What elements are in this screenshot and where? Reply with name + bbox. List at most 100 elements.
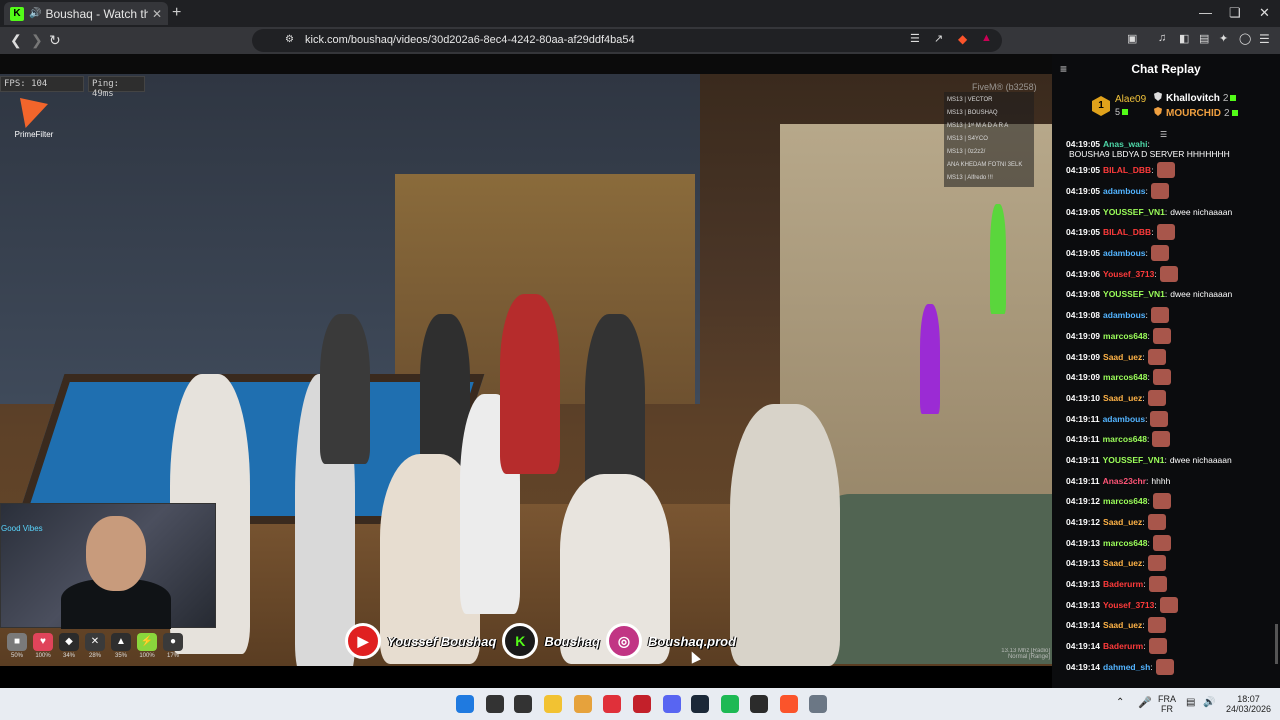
chat-username[interactable]: Anas23chr xyxy=(1103,476,1146,486)
chat-emote-icon[interactable] xyxy=(1152,327,1171,344)
chat-username[interactable]: Saad_uez xyxy=(1103,620,1142,630)
chat-username[interactable]: Baderurm xyxy=(1103,641,1143,651)
chat-emote-icon[interactable] xyxy=(1156,224,1175,241)
start-icon[interactable] xyxy=(456,695,474,713)
sidebar-toggle-icon[interactable]: ◧ xyxy=(1179,32,1189,45)
minimize-icon[interactable]: — xyxy=(1199,5,1212,20)
acrobat-icon[interactable] xyxy=(633,695,651,713)
chat-username[interactable]: Saad_uez xyxy=(1103,517,1142,527)
third-gifter[interactable]: MOURCHID 2 xyxy=(1154,107,1238,119)
chat-username[interactable]: Saad_uez xyxy=(1103,558,1142,568)
chat-emote-icon[interactable] xyxy=(1152,493,1171,510)
chat-emote-icon[interactable] xyxy=(1147,389,1166,406)
media-icon[interactable]: ♫ xyxy=(1158,32,1166,44)
close-window-icon[interactable]: ✕ xyxy=(1259,5,1270,21)
speaker-icon[interactable]: 🔊 xyxy=(29,8,41,19)
chat-username[interactable]: Saad_uez xyxy=(1103,352,1142,362)
chat-username[interactable]: Anas_wahi xyxy=(1103,139,1147,149)
chat-timestamp: 04:19:05 xyxy=(1066,248,1101,259)
reload-icon[interactable]: ↻ xyxy=(49,32,61,49)
chat-username[interactable]: YOUSSEF_VN1 xyxy=(1103,289,1165,299)
chat-username[interactable]: marcos648 xyxy=(1103,434,1147,444)
tab-kick-vod[interactable]: K 🔊 Boushaq - Watch the VOD o ✕ xyxy=(4,2,168,25)
leo-ai-icon[interactable]: ✦ xyxy=(1219,32,1228,45)
language-indicator[interactable]: FRA FR xyxy=(1158,694,1176,714)
top-gifter-name[interactable]: Alae09 xyxy=(1115,94,1146,105)
new-tab-icon[interactable]: + xyxy=(172,4,181,22)
chrome-icon[interactable] xyxy=(574,695,592,713)
clock[interactable]: 18:07 24/03/2026 xyxy=(1226,694,1271,714)
second-gifter[interactable]: Khallovitch 2 xyxy=(1154,92,1237,104)
chat-message: 04:19:05 adambous: xyxy=(1066,243,1268,264)
search-icon[interactable] xyxy=(486,695,504,713)
settings-icon[interactable] xyxy=(809,695,827,713)
chat-emote-icon[interactable] xyxy=(1152,534,1171,551)
chat-username[interactable]: marcos648 xyxy=(1103,331,1147,341)
restore-icon[interactable]: ❏ xyxy=(1229,5,1241,21)
chat-emote-icon[interactable] xyxy=(1155,658,1174,675)
chat-emote-icon[interactable] xyxy=(1159,265,1178,282)
chat-username[interactable]: YOUSSEF_VN1 xyxy=(1103,455,1165,465)
chat-emote-icon[interactable] xyxy=(1150,307,1169,324)
chat-emote-icon[interactable] xyxy=(1159,596,1178,613)
share-icon[interactable]: ↗ xyxy=(934,32,943,45)
chat-message: 04:19:05 BILAL_DBB: xyxy=(1066,160,1268,181)
vpn-icon[interactable]: ◯ xyxy=(1239,32,1251,45)
chat-emote-icon[interactable] xyxy=(1148,576,1167,593)
back-icon[interactable]: ❮ xyxy=(10,32,22,49)
menu-icon[interactable]: ☰ xyxy=(1259,32,1270,46)
chat-username[interactable]: BILAL_DBB xyxy=(1103,165,1151,175)
steam-icon[interactable] xyxy=(691,695,709,713)
volume-icon[interactable]: 🔊 xyxy=(1203,697,1215,708)
chat-username[interactable]: adambous xyxy=(1103,414,1146,424)
chat-username[interactable]: Saad_uez xyxy=(1103,393,1142,403)
chat-username[interactable]: marcos648 xyxy=(1103,372,1147,382)
network-icon[interactable]: ▤ xyxy=(1186,697,1195,708)
tab-close-icon[interactable]: ✕ xyxy=(152,7,162,21)
brave-shields-icon[interactable]: ◆ xyxy=(958,32,967,46)
brave-rewards-icon[interactable]: ▲ xyxy=(981,32,992,44)
opera-icon[interactable] xyxy=(603,695,621,713)
chat-emote-icon[interactable] xyxy=(1147,555,1166,572)
chat-collapse-icon[interactable]: ≡ xyxy=(1060,62,1067,76)
chat-emote-icon[interactable] xyxy=(1150,183,1169,200)
chat-username[interactable]: BILAL_DBB xyxy=(1103,227,1151,237)
chat-emote-icon[interactable] xyxy=(1152,431,1171,448)
microphone-icon[interactable]: 🎤 xyxy=(1138,696,1152,709)
chat-username[interactable]: adambous xyxy=(1103,310,1146,320)
chat-username[interactable]: adambous xyxy=(1103,248,1146,258)
chat-username[interactable]: Yousef_3713 xyxy=(1103,269,1154,279)
player-entry: MS13 | Alfredo !!! xyxy=(947,175,993,181)
site-info-icon[interactable]: ⚙ xyxy=(285,34,294,45)
file-explorer-icon[interactable] xyxy=(544,695,562,713)
chat-timestamp: 04:19:10 xyxy=(1066,392,1101,403)
wallet-icon[interactable]: ▤ xyxy=(1199,32,1209,45)
task-view-icon[interactable] xyxy=(514,695,532,713)
translate-icon[interactable]: ☰ xyxy=(910,32,920,45)
chat-emote-icon[interactable] xyxy=(1156,162,1175,179)
chat-emote-icon[interactable] xyxy=(1148,638,1167,655)
brave-icon[interactable] xyxy=(780,695,798,713)
chat-username[interactable]: marcos648 xyxy=(1103,538,1147,548)
discord-icon[interactable] xyxy=(663,695,681,713)
chat-emote-icon[interactable] xyxy=(1152,369,1171,386)
forward-icon[interactable]: ❯ xyxy=(31,32,43,49)
chat-emote-icon[interactable] xyxy=(1147,514,1166,531)
chat-emote-icon[interactable] xyxy=(1150,410,1169,427)
tray-overflow-icon[interactable]: ⌃ xyxy=(1116,697,1124,708)
spotify-icon[interactable] xyxy=(721,695,739,713)
obs-icon[interactable] xyxy=(750,695,768,713)
chat-username[interactable]: Baderurm xyxy=(1103,579,1143,589)
chat-emote-icon[interactable] xyxy=(1147,348,1166,365)
chat-emote-icon[interactable] xyxy=(1150,245,1169,262)
chat-username[interactable]: marcos648 xyxy=(1103,496,1147,506)
chat-username[interactable]: adambous xyxy=(1103,186,1146,196)
chat-username[interactable]: dahmed_sh xyxy=(1103,662,1150,672)
chat-timestamp: 04:19:09 xyxy=(1066,330,1101,341)
chat-scrollbar[interactable] xyxy=(1275,624,1278,664)
chat-timestamp: 04:19:14 xyxy=(1066,620,1101,631)
reader-mode-icon[interactable]: ▣ xyxy=(1127,32,1137,45)
chat-username[interactable]: YOUSSEF_VN1 xyxy=(1103,207,1165,217)
chat-username[interactable]: Yousef_3713 xyxy=(1103,600,1154,610)
chat-emote-icon[interactable] xyxy=(1147,617,1166,634)
